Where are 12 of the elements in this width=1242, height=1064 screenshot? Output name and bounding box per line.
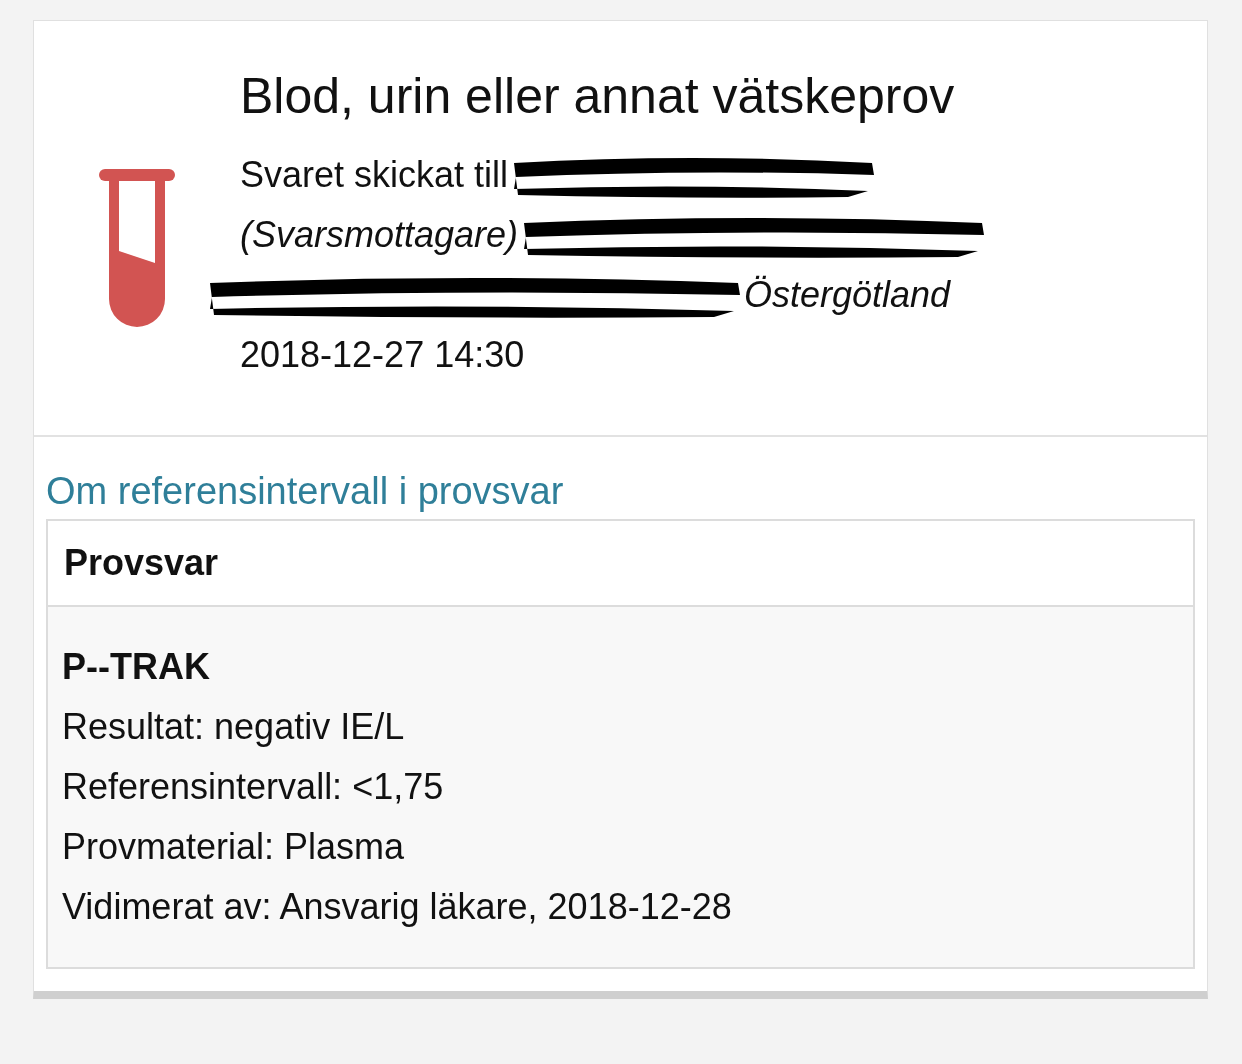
result-detail: Provmaterial: Plasma	[62, 825, 406, 869]
sample-title: Blod, urin eller annat vätskeprov	[240, 71, 956, 121]
result-detail: Vidimerat av: Ansvarig läkare, 2018-12-28	[62, 885, 733, 929]
reference-info-link[interactable]: Om referensintervall i provsvar	[46, 467, 1195, 515]
recipient-role: (Svarsmottagare)	[240, 213, 519, 257]
sent-to-label: Svaret skickat till	[240, 153, 509, 197]
test-name: P--TRAK	[62, 645, 211, 689]
sent-datetime: 2018-12-27 14:30	[240, 333, 526, 377]
results-heading: Provsvar	[64, 541, 219, 585]
result-detail: Resultat: negativ IE/L	[62, 705, 406, 749]
region-name: Östergötland	[744, 273, 951, 317]
result-detail: Referensintervall: <1,75	[62, 765, 445, 809]
